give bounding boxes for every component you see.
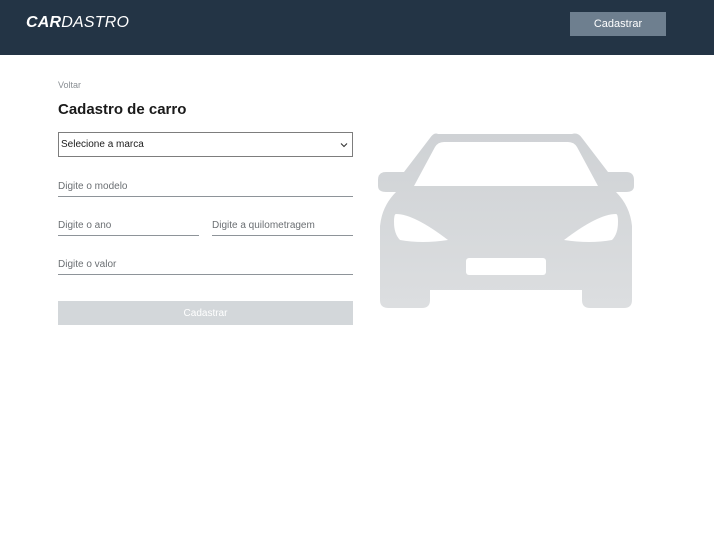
price-input[interactable] [58,255,353,275]
mileage-input[interactable] [212,216,353,236]
brand-select-value: Selecione a marca [61,139,144,150]
model-input[interactable] [58,177,353,197]
year-input[interactable] [58,216,199,236]
brand-select[interactable]: Selecione a marca [58,132,353,157]
chevron-down-icon [340,142,348,147]
nav-register-button[interactable]: Cadastrar [570,12,666,36]
submit-register-button[interactable]: Cadastrar [58,301,353,325]
car-icon [378,133,634,308]
logo-light-text: DASTRO [61,14,130,31]
logo-bold-text: CAR [26,14,62,31]
top-navbar: CARDASTRO Cadastrar [0,0,714,55]
page-title: Cadastro de carro [58,101,187,118]
brand-logo[interactable]: CARDASTRO [26,14,129,32]
back-link[interactable]: Voltar [58,80,81,90]
